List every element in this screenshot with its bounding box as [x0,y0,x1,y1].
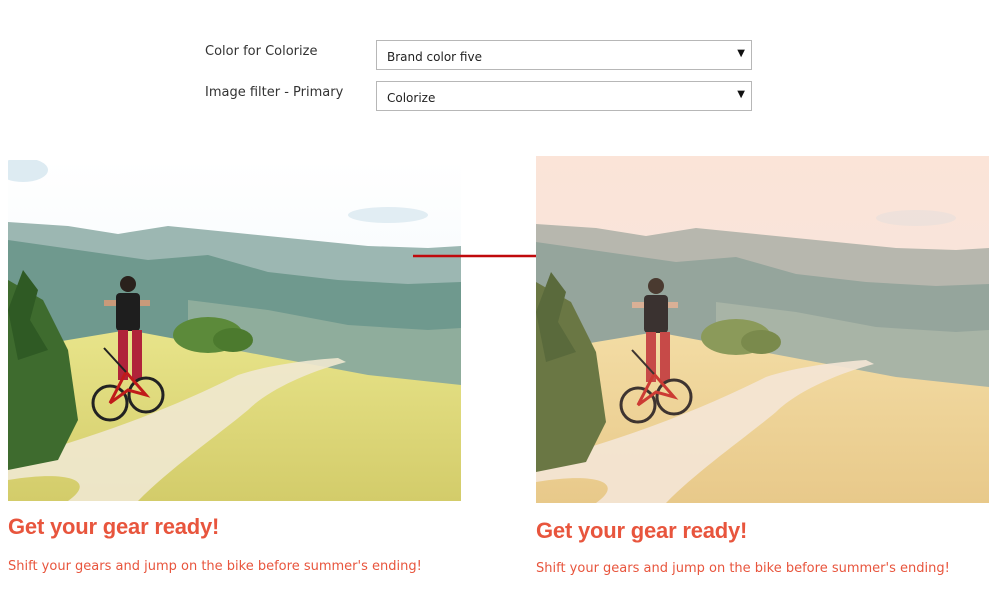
colorize-color-value: Brand color five [387,50,482,64]
card-headline: Get your gear ready! [536,518,748,543]
original-card: Get your gear ready! Shift your gears an… [8,160,461,590]
colorize-color-row: Color for Colorize Brand color five ▼ [205,40,765,72]
chevron-down-icon: ▼ [737,89,745,100]
image-filter-select[interactable]: Colorize ▼ [376,81,752,111]
card-subline: Shift your gears and jump on the bike be… [8,559,422,574]
image-filter-label: Image filter - Primary [205,85,344,100]
colorized-image [536,156,989,503]
image-filter-value: Colorize [387,91,436,105]
mountain-bike-photo [536,156,989,503]
card-headline: Get your gear ready! [8,514,220,539]
image-filter-row: Image filter - Primary Colorize ▼ [205,81,765,113]
colorize-color-label: Color for Colorize [205,44,318,59]
filtered-card: Get your gear ready! Shift your gears an… [536,156,989,590]
card-subline: Shift your gears and jump on the bike be… [536,561,950,576]
colorize-color-select[interactable]: Brand color five ▼ [376,40,752,70]
mountain-bike-photo [8,160,461,501]
original-image [8,160,461,501]
chevron-down-icon: ▼ [737,48,745,59]
